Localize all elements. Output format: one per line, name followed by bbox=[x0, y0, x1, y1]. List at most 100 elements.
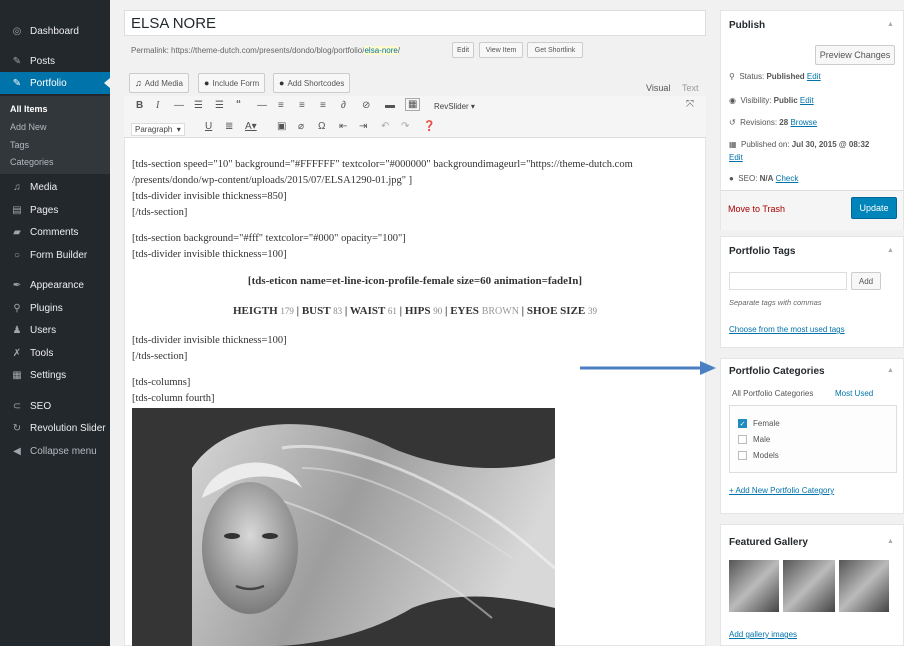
blockquote-icon[interactable]: “ bbox=[236, 99, 241, 110]
insert-more-icon[interactable]: ▬ bbox=[385, 100, 395, 111]
checkbox[interactable] bbox=[738, 451, 747, 460]
settings-icon: ▦ bbox=[12, 369, 22, 381]
revisions-icon: ↺ bbox=[729, 118, 736, 127]
menu-item-comments[interactable]: ▰ Comments bbox=[0, 221, 110, 243]
checkbox-checked[interactable]: ✓ bbox=[738, 419, 747, 428]
gallery-thumbnail[interactable] bbox=[839, 560, 889, 612]
gallery-thumbnail[interactable] bbox=[729, 560, 779, 612]
fullscreen-icon[interactable]: ⤧ bbox=[686, 99, 694, 110]
plugins-icon: ⚲ bbox=[13, 302, 21, 314]
align-right-icon[interactable]: ≡ bbox=[320, 100, 326, 111]
help-icon[interactable]: ❓ bbox=[423, 121, 435, 132]
italic-icon[interactable]: I bbox=[156, 100, 159, 111]
toggle-icon[interactable]: ▲ bbox=[887, 21, 894, 28]
menu-item-label: Dashboard bbox=[30, 25, 79, 37]
underline-icon[interactable]: U bbox=[205, 121, 212, 132]
menu-item-label: Users bbox=[30, 324, 57, 336]
edit-status-link[interactable]: Edit bbox=[807, 72, 821, 81]
toggle-icon[interactable]: ▲ bbox=[887, 538, 894, 545]
tab-most-used[interactable]: Most Used bbox=[835, 389, 873, 398]
toggle-icon[interactable]: ▲ bbox=[887, 247, 894, 254]
tags-input[interactable] bbox=[729, 272, 847, 290]
align-center-icon[interactable]: ≡ bbox=[299, 100, 305, 111]
add-shortcodes-button[interactable]: ● Add Shortcodes bbox=[273, 73, 351, 93]
choose-tags-link[interactable]: Choose from the most used tags bbox=[729, 325, 845, 334]
permalink-base[interactable]: https://theme-dutch.com/presents/dondo/b… bbox=[171, 46, 364, 55]
category-models[interactable]: Models bbox=[738, 451, 779, 460]
add-media-button[interactable]: ♫ Add Media bbox=[129, 73, 189, 93]
menu-item-users[interactable]: ♟ Users bbox=[0, 319, 110, 341]
toggle-icon[interactable]: ▲ bbox=[887, 367, 894, 374]
toolbar-toggle-icon[interactable]: ▦ bbox=[405, 98, 421, 111]
content-line: [tds-divider invisible thickness=850] bbox=[132, 191, 287, 202]
paste-text-icon[interactable]: ▣ bbox=[277, 121, 286, 132]
stat-value: BROWN bbox=[481, 306, 519, 317]
preview-changes-button[interactable]: Preview Changes bbox=[815, 45, 895, 65]
menu-item-pages[interactable]: ▤ Pages bbox=[0, 199, 110, 221]
add-tag-button[interactable]: Add bbox=[851, 272, 881, 290]
menu-item-label: Settings bbox=[30, 369, 67, 381]
tab-text[interactable]: Text bbox=[682, 83, 699, 93]
include-form-button[interactable]: ● Include Form bbox=[198, 73, 266, 93]
bullet-list-icon[interactable]: ☰ bbox=[194, 100, 203, 111]
outdent-icon[interactable]: ⇤ bbox=[339, 121, 347, 132]
justify-icon[interactable]: ≣ bbox=[225, 121, 233, 132]
unlink-icon[interactable]: ⊘ bbox=[362, 100, 370, 111]
checkbox[interactable] bbox=[738, 435, 747, 444]
horizontal-line-icon[interactable]: — bbox=[257, 100, 267, 111]
menu-item-appearance[interactable]: ✒ Appearance bbox=[0, 274, 110, 296]
edit-visibility-link[interactable]: Edit bbox=[800, 96, 814, 105]
seo-row: ● SEO: N/A Check bbox=[729, 174, 798, 183]
submenu-add-new[interactable]: Add New bbox=[10, 122, 47, 132]
pin-icon: ✎ bbox=[12, 55, 22, 67]
undo-icon[interactable]: ↶ bbox=[381, 121, 389, 132]
menu-item-seo[interactable]: ⊂ SEO bbox=[0, 395, 110, 417]
menu-item-media[interactable]: ♫ Media bbox=[0, 176, 110, 198]
submenu-tags[interactable]: Tags bbox=[10, 140, 29, 150]
tab-visual[interactable]: Visual bbox=[646, 83, 670, 93]
revslider-select[interactable]: RevSlider ▾ bbox=[434, 102, 475, 111]
move-to-trash-link[interactable]: Move to Trash bbox=[728, 204, 785, 214]
clear-formatting-icon[interactable]: ⌀ bbox=[298, 121, 304, 132]
special-character-icon[interactable]: Ω bbox=[318, 121, 325, 132]
menu-item-settings[interactable]: ▦ Settings bbox=[0, 364, 110, 386]
menu-item-tools[interactable]: ✗ Tools bbox=[0, 342, 110, 364]
permalink-slug[interactable]: elsa-nore bbox=[364, 46, 398, 55]
menu-item-dashboard[interactable]: ◎ Dashboard bbox=[0, 20, 110, 42]
content-line: [tds-column fourth] bbox=[132, 393, 215, 404]
strikethrough-icon[interactable]: — bbox=[174, 100, 184, 111]
format-select[interactable]: Paragraph ▾ bbox=[131, 123, 185, 136]
permalink-edit-button[interactable]: Edit bbox=[452, 42, 474, 58]
add-gallery-images-link[interactable]: Add gallery images bbox=[729, 630, 797, 639]
menu-item-revolution-slider[interactable]: ↻ Revolution Slider bbox=[0, 417, 110, 439]
browse-revisions-link[interactable]: Browse bbox=[790, 118, 817, 127]
redo-icon[interactable]: ↷ bbox=[401, 121, 409, 132]
category-female[interactable]: ✓ Female bbox=[738, 419, 780, 428]
add-new-category-link[interactable]: + Add New Portfolio Category bbox=[729, 486, 834, 495]
text-color-icon[interactable]: A▾ bbox=[245, 121, 257, 132]
collapse-menu-button[interactable]: ◀ Collapse menu bbox=[0, 440, 110, 462]
menu-item-plugins[interactable]: ⚲ Plugins bbox=[0, 297, 110, 319]
update-button[interactable]: Update bbox=[851, 197, 897, 219]
bold-icon[interactable]: B bbox=[136, 100, 143, 111]
shortcodes-icon: ● bbox=[279, 78, 285, 88]
get-shortlink-button[interactable]: Get Shortlink bbox=[527, 42, 583, 58]
seo-check-link[interactable]: Check bbox=[776, 174, 799, 183]
view-item-button[interactable]: View Item bbox=[479, 42, 523, 58]
photo-illustration bbox=[132, 408, 555, 646]
menu-item-posts[interactable]: ✎ Posts bbox=[0, 50, 110, 72]
indent-icon[interactable]: ⇥ bbox=[359, 121, 367, 132]
submenu-all-items[interactable]: All Items bbox=[10, 104, 48, 114]
portfolio-photo[interactable] bbox=[132, 408, 555, 646]
link-icon[interactable]: ∂ bbox=[341, 100, 346, 111]
numbered-list-icon[interactable]: ☰ bbox=[215, 100, 224, 111]
post-title-input[interactable] bbox=[124, 10, 706, 36]
menu-item-portfolio[interactable]: ✎ Portfolio bbox=[0, 72, 110, 94]
gallery-thumbnail[interactable] bbox=[783, 560, 835, 612]
align-left-icon[interactable]: ≡ bbox=[278, 100, 284, 111]
menu-item-form-builder[interactable]: ○ Form Builder bbox=[0, 244, 110, 266]
tab-all-categories[interactable]: All Portfolio Categories bbox=[732, 389, 813, 398]
edit-date-link[interactable]: Edit bbox=[729, 153, 743, 162]
submenu-categories[interactable]: Categories bbox=[10, 157, 54, 167]
category-male[interactable]: Male bbox=[738, 435, 770, 444]
